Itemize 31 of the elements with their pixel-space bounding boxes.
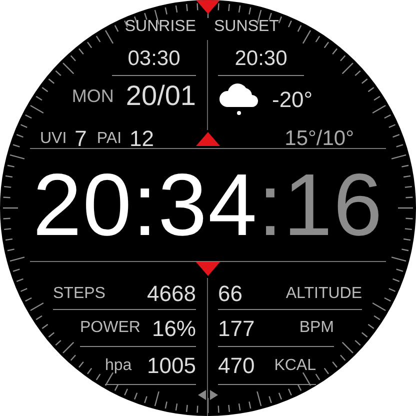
temperature-range: 15°/10°	[284, 126, 354, 152]
sunset-time: 20:30	[234, 46, 288, 72]
clock-time: 20:34	[32, 161, 258, 249]
temperature: -20°	[272, 86, 313, 114]
clock-seconds: :16	[258, 161, 384, 249]
stat-value: 470	[218, 352, 255, 380]
stat-value: 4668	[147, 280, 196, 308]
index-label: UVI	[40, 129, 67, 149]
date: 20/01	[126, 79, 196, 113]
stat-value: 16%	[152, 314, 196, 342]
down-triangle-icon	[196, 262, 220, 276]
stat-value: 1005	[147, 352, 196, 380]
stat-label: hpa	[105, 356, 132, 376]
sunset-label: SUNSET	[214, 17, 279, 37]
index-value: 12	[130, 127, 154, 151]
snow-cloud-icon	[218, 81, 260, 117]
up-triangle-icon	[196, 132, 220, 146]
index-value: 7	[74, 127, 87, 151]
stat-label: ALTITUDE	[286, 284, 362, 304]
sunrise-label: SUNRISE	[124, 17, 196, 37]
weekday: MON	[72, 84, 114, 108]
stat-value: 177	[218, 314, 255, 342]
index-label: PAI	[96, 129, 122, 149]
stat-label: BPM	[299, 318, 334, 338]
stat-label: POWER	[80, 318, 140, 338]
stat-value: 66	[218, 280, 242, 308]
stat-label: STEPS	[53, 284, 106, 304]
sunrise-time: 03:30	[128, 46, 180, 72]
down-triangle-icon	[196, 0, 220, 14]
stat-label: KCAL	[274, 356, 316, 376]
left-right-arrows-icon	[198, 390, 218, 400]
